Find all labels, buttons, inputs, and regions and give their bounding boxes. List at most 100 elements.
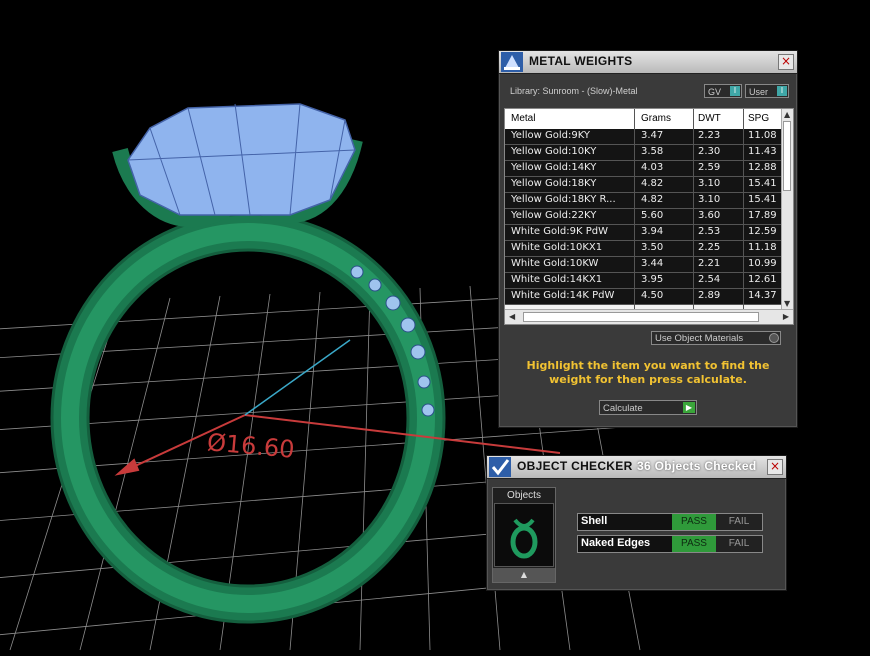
- table-cell: White Gold:9K PdW: [511, 226, 608, 237]
- table-row[interactable]: White Gold:10KW 3.44 2.21 10.99: [505, 257, 781, 273]
- object-thumbnail: [494, 503, 554, 567]
- object-checker-panel: OBJECT CHECKER 36 Objects Checked × Obje…: [486, 455, 787, 591]
- table-row[interactable]: Yellow Gold:22KY 5.60 3.60 17.89: [505, 209, 781, 225]
- table-row[interactable]: White Gold:14K PdW 4.50 2.89 14.37: [505, 289, 781, 305]
- scroll-right-icon[interactable]: ▶: [783, 312, 789, 321]
- column-divider: [634, 109, 635, 324]
- check-name: Naked Edges: [581, 537, 651, 549]
- column-divider: [693, 109, 694, 324]
- table-cell: 3.10: [698, 178, 721, 189]
- fail-button[interactable]: FAIL: [716, 514, 762, 530]
- objects-checked-status: 36 Objects Checked: [637, 459, 757, 473]
- gv-toggle-label: GV: [708, 87, 722, 97]
- objects-label: Objects: [507, 490, 541, 501]
- metal-weights-titlebar[interactable]: METAL WEIGHTS ×: [499, 51, 797, 74]
- gemstone: [127, 103, 356, 216]
- metal-table-header: Metal Grams DWT SPG: [505, 109, 781, 130]
- use-object-materials-toggle[interactable]: Use Object Materials: [651, 331, 781, 345]
- table-cell: 3.50: [641, 242, 664, 253]
- table-cell: 14.37: [748, 290, 777, 301]
- column-header-spg[interactable]: SPG: [748, 113, 769, 124]
- metal-table[interactable]: Metal Grams DWT SPG Yellow Gold:9KY 3.47 2…: [504, 108, 794, 325]
- close-icon[interactable]: ×: [778, 54, 794, 70]
- calculate-label: Calculate: [603, 403, 643, 414]
- calculate-button[interactable]: Calculate ▶: [599, 400, 697, 415]
- expand-up-icon[interactable]: ▲: [493, 568, 555, 582]
- table-row[interactable]: Yellow Gold:9KY 3.47 2.23 11.08: [505, 129, 781, 145]
- table-cell: White Gold:10KX1: [511, 242, 603, 253]
- table-cell: 3.60: [698, 210, 721, 221]
- scroll-left-icon[interactable]: ◀: [509, 312, 515, 321]
- table-cell: White Gold:14K PdW: [511, 290, 615, 301]
- table-row[interactable]: White Gold:10KX1 3.50 2.25 11.18: [505, 241, 781, 257]
- table-cell: 17.89: [748, 210, 777, 221]
- table-cell: 2.59: [698, 162, 721, 173]
- gv-toggle[interactable]: GV I: [704, 84, 742, 98]
- ring-thumbnail-icon: [510, 518, 538, 559]
- user-toggle-label: User: [749, 87, 769, 97]
- object-checker-titlebar[interactable]: OBJECT CHECKER 36 Objects Checked ×: [487, 456, 786, 479]
- table-cell: Yellow Gold:9KY: [511, 130, 590, 141]
- table-cell: 12.59: [748, 226, 777, 237]
- check-naked-edges: Naked Edges PASS FAIL: [577, 535, 763, 553]
- table-cell: 5.60: [641, 210, 664, 221]
- check-name: Shell: [581, 515, 608, 527]
- metal-weights-icon: [501, 52, 523, 72]
- table-cell: Yellow Gold:14KY: [511, 162, 597, 173]
- table-cell: 2.54: [698, 274, 721, 285]
- checkmark-icon: [489, 457, 511, 477]
- vertical-scrollbar[interactable]: ▲ ▼: [781, 109, 793, 309]
- table-cell: 2.53: [698, 226, 721, 237]
- table-row[interactable]: White Gold:9K PdW 3.94 2.53 12.59: [505, 225, 781, 241]
- instruction-text: Highlight the item you want to find the …: [526, 359, 770, 386]
- column-header-grams[interactable]: Grams: [641, 113, 671, 124]
- pass-button[interactable]: PASS: [672, 514, 716, 530]
- table-row[interactable]: Yellow Gold:10KY 3.58 2.30 11.43: [505, 145, 781, 161]
- axis-line: [244, 339, 351, 416]
- objects-preview[interactable]: Objects ▲: [492, 487, 556, 583]
- pass-button[interactable]: PASS: [672, 536, 716, 552]
- table-cell: 3.47: [641, 130, 664, 141]
- table-cell: 2.23: [698, 130, 721, 141]
- table-cell: Yellow Gold:18KY R...: [511, 194, 616, 205]
- table-cell: 12.88: [748, 162, 777, 173]
- table-cell: 4.82: [641, 194, 664, 205]
- table-cell: 11.08: [748, 130, 777, 141]
- table-cell: Yellow Gold:22KY: [511, 210, 597, 221]
- gv-toggle-knob: I: [730, 86, 740, 96]
- scroll-up-icon[interactable]: ▲: [784, 110, 790, 119]
- close-icon[interactable]: ×: [767, 459, 783, 475]
- library-label: Library: Sunroom - (Slow)-Metal: [510, 86, 638, 96]
- table-cell: 3.10: [698, 194, 721, 205]
- table-row[interactable]: White Gold:14KX1 3.95 2.54 12.61: [505, 273, 781, 289]
- column-header-dwt[interactable]: DWT: [698, 113, 721, 124]
- user-toggle[interactable]: User I: [745, 84, 789, 98]
- metal-weights-panel: METAL WEIGHTS × Library: Sunroom - (Slow…: [498, 50, 798, 428]
- table-cell: White Gold:14KX1: [511, 274, 603, 285]
- table-row[interactable]: Yellow Gold:18KY 4.82 3.10 15.41: [505, 177, 781, 193]
- table-cell: 3.58: [641, 146, 664, 157]
- fail-button[interactable]: FAIL: [716, 536, 762, 552]
- horizontal-scrollbar[interactable]: ◀ ▶: [505, 309, 793, 324]
- use-object-materials-label: Use Object Materials: [655, 333, 744, 344]
- table-cell: 4.50: [641, 290, 664, 301]
- table-cell: 2.30: [698, 146, 721, 157]
- play-icon: ▶: [683, 402, 695, 413]
- scroll-down-icon[interactable]: ▼: [784, 299, 790, 308]
- table-cell: 3.95: [641, 274, 664, 285]
- table-cell: White Gold:10KW: [511, 258, 599, 269]
- horizontal-scroll-thumb[interactable]: [523, 312, 759, 322]
- table-cell: 12.61: [748, 274, 777, 285]
- ring-band: [50, 212, 446, 624]
- metal-weights-title: METAL WEIGHTS: [529, 54, 633, 68]
- table-cell: 2.21: [698, 258, 721, 269]
- table-cell: 2.25: [698, 242, 721, 253]
- vertical-scroll-thumb[interactable]: [783, 121, 791, 191]
- table-row[interactable]: Yellow Gold:18KY R... 4.82 3.10 15.41: [505, 193, 781, 209]
- check-shell: Shell PASS FAIL: [577, 513, 763, 531]
- table-cell: 4.03: [641, 162, 664, 173]
- table-row[interactable]: Yellow Gold:14KY 4.03 2.59 12.88: [505, 161, 781, 177]
- column-header-metal[interactable]: Metal: [511, 113, 535, 124]
- table-cell: 15.41: [748, 194, 777, 205]
- table-cell: 11.18: [748, 242, 777, 253]
